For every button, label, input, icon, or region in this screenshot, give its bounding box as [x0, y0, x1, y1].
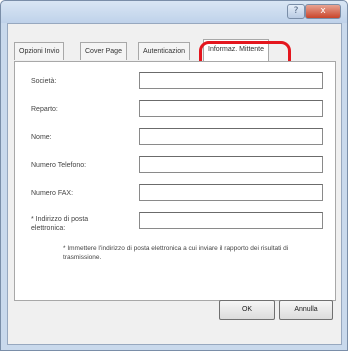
email-label: * Indirizzo di posta elettronica:: [31, 216, 89, 232]
dialog-window: ? x Opzioni Invio Cover Page Autenticazi…: [0, 0, 348, 351]
cancel-button[interactable]: Annulla: [279, 300, 333, 320]
email-note: * Immettere l'indirizzo di posta elettro…: [63, 245, 289, 261]
email-field[interactable]: [139, 212, 323, 229]
help-icon[interactable]: ?: [287, 4, 305, 19]
ok-button[interactable]: OK: [219, 300, 275, 320]
societa-field[interactable]: [139, 72, 323, 89]
close-icon[interactable]: x: [305, 4, 341, 19]
numero-fax-label: Numero FAX:: [31, 190, 74, 197]
title-bar[interactable]: ? x: [1, 1, 347, 23]
dialog-client: Opzioni Invio Cover Page Autenticazion I…: [7, 23, 342, 345]
numero-telefono-label: Numero Telefono:: [31, 162, 87, 169]
societa-label: Società:: [31, 78, 57, 85]
reparto-field[interactable]: [139, 100, 323, 117]
tab-cover-page[interactable]: Cover Page: [80, 42, 127, 60]
tab-autenticazione[interactable]: Autenticazion: [138, 42, 191, 60]
sender-info-panel: Società: Reparto: Nome: Numero Telefono:…: [14, 61, 336, 301]
nome-label: Nome:: [31, 134, 52, 141]
tab-opzioni-invio[interactable]: Opzioni Invio: [14, 42, 65, 60]
numero-fax-field[interactable]: [139, 184, 323, 201]
reparto-label: Reparto:: [31, 106, 58, 113]
nome-field[interactable]: [139, 128, 323, 145]
numero-telefono-field[interactable]: [139, 156, 323, 173]
